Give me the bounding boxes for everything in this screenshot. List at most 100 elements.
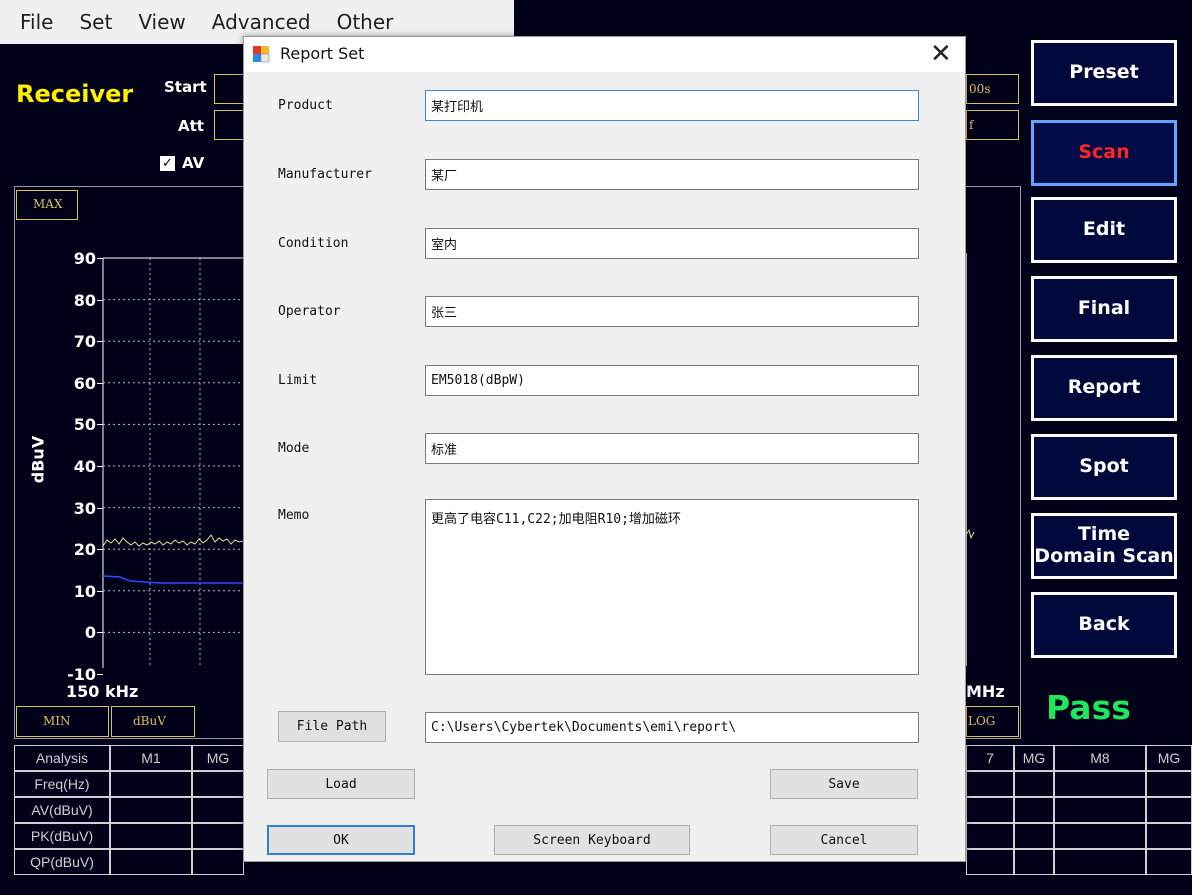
y-tick-label: 10 <box>73 581 96 601</box>
manufacturer-input[interactable]: 某厂 <box>425 159 919 190</box>
limit-input[interactable]: EM5018(dBpW) <box>425 365 919 396</box>
operator-input[interactable]: 张三 <box>425 296 919 327</box>
save-button-label: Save <box>828 776 860 792</box>
file-path-button[interactable]: File Path <box>278 711 386 742</box>
y-tick-label: 90 <box>73 249 96 268</box>
screen-keyboard-button[interactable]: Screen Keyboard <box>494 825 690 855</box>
product-input[interactable]: 某打印机 <box>425 90 919 121</box>
min-badge-label: MIN <box>43 714 71 728</box>
product-label: Product <box>278 98 333 113</box>
table-column-header: MG <box>1014 745 1054 771</box>
y-tick-label: 30 <box>73 498 96 518</box>
table-cell <box>1014 823 1054 849</box>
memo-text: 更高了电容C11,C22;加电阻R10;增加磁环 <box>431 512 681 527</box>
menu-other[interactable]: Other <box>337 10 394 34</box>
pass-status: Pass <box>1046 688 1131 727</box>
file-path-value: C:\Users\Cybertek\Documents\emi\report\ <box>431 720 737 735</box>
av-checkbox-label: AV <box>182 154 205 172</box>
table-divider <box>966 823 967 849</box>
log-badge-label: LOG <box>968 714 996 728</box>
table-cell <box>966 797 1014 823</box>
unit-badge-label: dBuV <box>133 714 166 728</box>
side-button-back[interactable]: Back <box>1031 592 1177 658</box>
y-tick-label: 80 <box>73 290 96 310</box>
table-cell <box>1054 849 1146 875</box>
menu-set[interactable]: Set <box>79 10 112 34</box>
x-start-label: 150 kHz <box>66 682 139 701</box>
ok-button-label: OK <box>333 832 349 848</box>
table-row-header: PK(dBuV) <box>14 823 110 849</box>
limit-value: EM5018(dBpW) <box>431 373 525 388</box>
side-button-spot[interactable]: Spot <box>1031 434 1177 500</box>
table-column-header: M1 <box>110 745 192 771</box>
att-label: Att <box>178 117 204 135</box>
operator-value: 张三 <box>431 306 458 321</box>
av-checkbox[interactable]: ✓ <box>160 156 175 171</box>
menu-file[interactable]: File <box>20 10 53 34</box>
plot-right-edge <box>966 253 974 666</box>
table-cell <box>110 823 192 849</box>
side-button-time-domain-scan[interactable]: Time Domain Scan <box>1031 513 1177 579</box>
side-button-final[interactable]: Final <box>1031 276 1177 342</box>
receiver-title: Receiver <box>16 80 134 108</box>
file-path-input[interactable]: C:\Users\Cybertek\Documents\emi\report\ <box>425 712 919 743</box>
trace-blue <box>102 575 245 584</box>
y-tick-label: 60 <box>73 373 96 393</box>
table-row-header: Analysis <box>14 745 110 771</box>
table-column-header: 7 <box>966 745 1014 771</box>
time-field-value: 00s <box>969 82 991 96</box>
menu-advanced[interactable]: Advanced <box>212 10 311 34</box>
ok-button[interactable]: OK <box>267 825 415 855</box>
att-field[interactable] <box>214 110 244 140</box>
table-cell <box>192 771 244 797</box>
table-cell <box>192 849 244 875</box>
table-cell <box>110 771 192 797</box>
att-right-field[interactable]: f <box>966 110 1019 140</box>
limit-label: Limit <box>278 373 318 388</box>
mode-label: Mode <box>278 441 310 456</box>
table-divider <box>966 797 967 823</box>
time-field[interactable]: 00s <box>966 74 1019 104</box>
app-icon <box>253 46 270 63</box>
table-row-header: QP(dBuV) <box>14 849 110 875</box>
mode-value: 标准 <box>431 443 458 458</box>
cancel-button[interactable]: Cancel <box>770 825 918 855</box>
memo-textarea[interactable]: 更高了电容C11,C22;加电阻R10;增加磁环 <box>425 499 919 675</box>
report-set-dialog: Report Set ✕ Product 某打印机 Manufacturer 某厂 Co… <box>243 36 966 862</box>
table-divider <box>966 849 967 875</box>
table-cell <box>1146 849 1192 875</box>
table-cell <box>1146 771 1192 797</box>
trace-yellow <box>102 534 244 547</box>
mode-input[interactable]: 标准 <box>425 433 919 464</box>
condition-input[interactable]: 室内 <box>425 228 919 259</box>
condition-value: 室内 <box>431 238 458 253</box>
table-divider <box>966 745 967 771</box>
file-path-button-label: File Path <box>296 719 368 734</box>
emi-receiver-app: File Set View Advanced Other Receiver St… <box>0 0 1192 895</box>
close-icon[interactable]: ✕ <box>930 39 952 69</box>
dialog-titlebar: Report Set ✕ <box>244 37 965 72</box>
table-column-header: MG <box>1146 745 1192 771</box>
start-field[interactable] <box>214 74 244 104</box>
side-button-preset[interactable]: Preset <box>1031 40 1177 106</box>
table-cell <box>1146 797 1192 823</box>
plot-canvas <box>102 257 245 668</box>
table-cell <box>1054 823 1146 849</box>
memo-label: Memo <box>278 508 310 523</box>
table-cell <box>110 797 192 823</box>
screen-keyboard-button-label: Screen Keyboard <box>533 832 651 848</box>
table-cell <box>1054 797 1146 823</box>
dialog-title: Report Set <box>280 44 365 63</box>
side-button-report[interactable]: Report <box>1031 355 1177 421</box>
side-button-edit[interactable]: Edit <box>1031 197 1177 263</box>
save-button[interactable]: Save <box>770 769 918 799</box>
operator-label: Operator <box>278 304 341 319</box>
table-cell <box>966 849 1014 875</box>
table-cell <box>966 771 1014 797</box>
y-tick-label: 50 <box>73 415 96 435</box>
cancel-button-label: Cancel <box>820 832 868 848</box>
table-cell <box>1014 771 1054 797</box>
menu-view[interactable]: View <box>138 10 185 34</box>
side-button-scan[interactable]: Scan <box>1031 120 1177 186</box>
load-button[interactable]: Load <box>267 769 415 799</box>
